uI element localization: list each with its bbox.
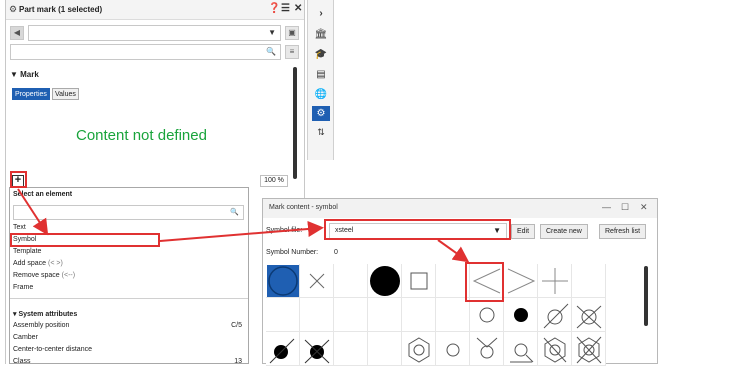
symbol-cell[interactable] bbox=[300, 264, 334, 298]
attribute-row[interactable]: Assembly position bbox=[13, 322, 69, 329]
collapse-icon: ▼ bbox=[10, 70, 21, 79]
panel-title: Part mark (1 selected) bbox=[19, 5, 103, 14]
sort-icon[interactable]: ⇅ bbox=[312, 125, 330, 140]
symbol-cell[interactable] bbox=[504, 264, 538, 298]
chevron-down-icon: ▼ bbox=[268, 28, 276, 37]
system-attributes-header[interactable]: ▾ System attributes bbox=[13, 310, 77, 318]
symbol-cell[interactable] bbox=[300, 298, 334, 332]
symbol-cell[interactable] bbox=[436, 332, 470, 366]
remove-space-label: Remove space bbox=[13, 272, 60, 279]
zoom-level[interactable]: 100 % bbox=[260, 175, 288, 187]
help-icon[interactable]: ❓ bbox=[268, 4, 280, 14]
symbol-file-label: Symbol file: bbox=[266, 227, 303, 234]
symbol-cell[interactable] bbox=[572, 264, 606, 298]
scrollbar[interactable] bbox=[293, 67, 297, 179]
symbol-cell[interactable] bbox=[538, 298, 572, 332]
symbol-cell[interactable] bbox=[402, 332, 436, 366]
close-icon[interactable]: ✕ bbox=[640, 202, 648, 213]
symbol-cell[interactable] bbox=[402, 298, 436, 332]
search-input[interactable]: 🔍 bbox=[10, 44, 281, 60]
scrollbar[interactable] bbox=[644, 266, 648, 326]
dialog-title: Mark content - symbol bbox=[269, 204, 338, 211]
symbol-cell[interactable] bbox=[266, 332, 300, 366]
symbol-number-label: Symbol Number: bbox=[266, 249, 319, 256]
symbol-cell[interactable] bbox=[470, 298, 504, 332]
panel-header: ⚙ Part mark (1 selected) ❓ ☰ ✕ bbox=[6, 0, 304, 20]
symbol-number-value: 0 bbox=[334, 249, 338, 256]
list-item-remove-space[interactable]: Remove space (<--) bbox=[13, 272, 75, 279]
symbol-cell[interactable] bbox=[266, 264, 300, 298]
highlight-symbol-item bbox=[10, 233, 160, 247]
refresh-list-button[interactable]: Refresh list bbox=[599, 224, 647, 239]
preset-combo[interactable]: ▼ bbox=[28, 25, 281, 41]
highlight-symbol-cell bbox=[465, 262, 504, 302]
gear-icon: ⚙ bbox=[9, 4, 18, 14]
save-button[interactable]: ▣ bbox=[285, 26, 299, 40]
symbol-cell[interactable] bbox=[504, 298, 538, 332]
symbol-cell[interactable] bbox=[334, 332, 368, 366]
tab-values[interactable]: Values bbox=[52, 88, 79, 100]
tab-properties[interactable]: Properties bbox=[12, 88, 50, 100]
symbol-cell[interactable] bbox=[572, 332, 606, 366]
chevron-right-icon[interactable]: › bbox=[312, 6, 330, 21]
gear-icon[interactable]: ⚙ bbox=[312, 106, 330, 121]
symbol-cell[interactable] bbox=[572, 298, 606, 332]
bank-icon[interactable]: 🏛 bbox=[312, 27, 330, 42]
highlight-add-button bbox=[10, 171, 27, 188]
symbol-cell[interactable] bbox=[470, 332, 504, 366]
dialog-titlebar: Mark content - symbol — ☐ ✕ bbox=[263, 199, 657, 218]
list-item-text[interactable]: Text bbox=[13, 224, 26, 231]
attribute-row[interactable]: Camber bbox=[13, 334, 38, 341]
symbol-grid bbox=[266, 264, 606, 366]
hat-icon[interactable]: 🎓 bbox=[312, 47, 330, 62]
symbol-cell[interactable] bbox=[436, 298, 470, 332]
empty-message: Content not defined bbox=[76, 127, 207, 144]
list-item-template[interactable]: Template bbox=[13, 248, 41, 255]
add-space-label: Add space bbox=[13, 260, 47, 267]
popup-title: Select an element bbox=[13, 191, 73, 198]
symbol-cell[interactable] bbox=[334, 298, 368, 332]
group-title: System attributes bbox=[18, 311, 78, 318]
remove-space-hint: (<--) bbox=[61, 272, 76, 279]
mark-section-header[interactable]: ▼ Mark bbox=[10, 70, 39, 79]
back-button[interactable]: ◀ bbox=[10, 26, 24, 40]
minimize-icon[interactable]: — bbox=[602, 202, 611, 212]
attribute-value: C/5 bbox=[231, 322, 242, 329]
filter-button[interactable]: ≡ bbox=[285, 45, 299, 59]
side-toolbar: › 🏛 🎓 ▤ 🌐 ⚙ ⇅ bbox=[307, 0, 334, 160]
mark-section-title: Mark bbox=[20, 70, 39, 79]
symbol-cell[interactable] bbox=[538, 332, 572, 366]
symbol-cell[interactable] bbox=[402, 264, 436, 298]
list-options-icon[interactable]: ☰ bbox=[281, 4, 290, 14]
add-space-hint: (< >) bbox=[48, 260, 63, 267]
symbol-cell[interactable] bbox=[334, 264, 368, 298]
symbol-cell[interactable] bbox=[300, 332, 334, 366]
highlight-symbol-file bbox=[324, 219, 511, 240]
element-search-input[interactable]: 🔍 bbox=[13, 205, 244, 220]
select-element-popup: Select an element 🔍 Text Symbol Template… bbox=[9, 187, 249, 365]
attribute-row[interactable]: Center-to-center distance bbox=[13, 346, 92, 353]
edit-button[interactable]: Edit bbox=[511, 224, 536, 239]
symbol-cell[interactable] bbox=[368, 332, 402, 366]
create-new-button[interactable]: Create new bbox=[540, 224, 588, 239]
symbol-cell[interactable] bbox=[504, 332, 538, 366]
close-icon[interactable]: ✕ bbox=[294, 4, 302, 14]
window-icon[interactable]: ▤ bbox=[312, 67, 330, 82]
symbol-cell[interactable] bbox=[368, 264, 402, 298]
search-icon: 🔍 bbox=[230, 209, 239, 216]
divider bbox=[10, 298, 248, 299]
symbol-cell[interactable] bbox=[368, 298, 402, 332]
symbol-cell[interactable] bbox=[538, 264, 572, 298]
symbol-cell[interactable] bbox=[266, 298, 300, 332]
maximize-icon[interactable]: ☐ bbox=[621, 202, 629, 213]
search-icon: 🔍 bbox=[266, 47, 276, 56]
list-item-add-space[interactable]: Add space (< >) bbox=[13, 260, 63, 267]
list-item-frame[interactable]: Frame bbox=[13, 284, 33, 291]
globe-icon[interactable]: 🌐 bbox=[312, 87, 330, 102]
